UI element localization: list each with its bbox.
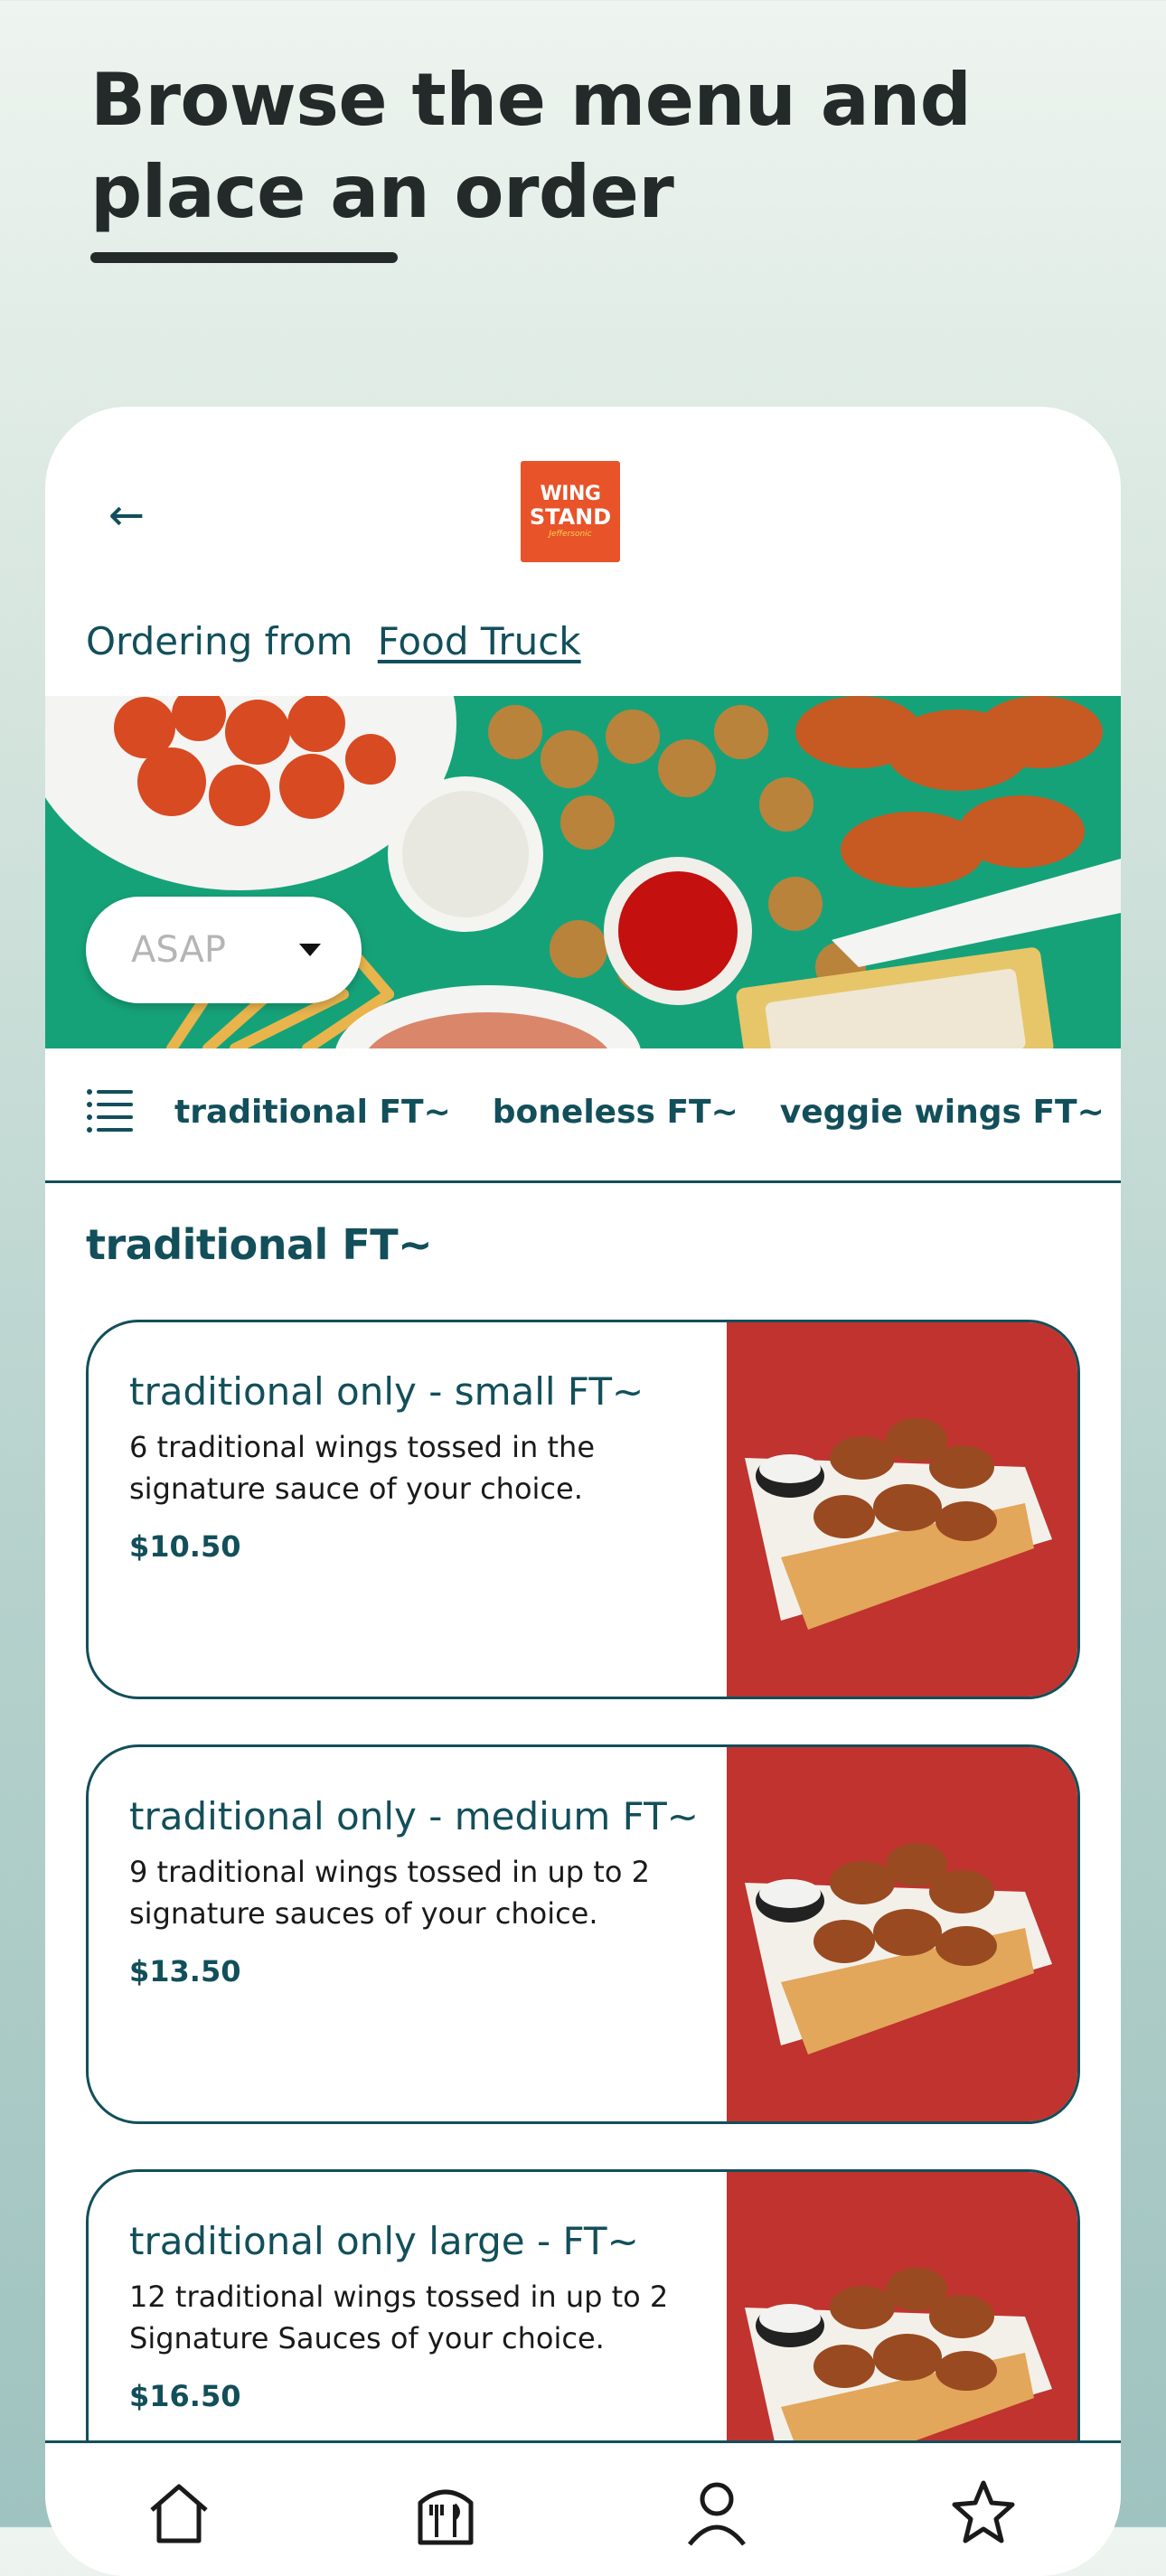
category-list-icon[interactable] [86,1086,133,1133]
rewards-star-icon[interactable] [949,2477,1018,2546]
app-screen: ← WING STAND Jeffersonic Ordering from F… [45,407,1121,2576]
back-arrow-icon[interactable]: ← [99,488,154,542]
home-icon[interactable] [145,2477,213,2546]
account-icon[interactable] [682,2477,751,2546]
menu-item-photo [727,1747,1077,2121]
headline-underline [90,252,398,263]
category-tab-veggie-wings[interactable]: veggie wings FT~ [780,1094,1105,1131]
pickup-time-select[interactable]: ASAP [86,897,362,1003]
category-tab-boneless[interactable]: boneless FT~ [493,1094,738,1131]
hero-food-image: ASAP [45,696,1121,1048]
bottom-tab-bar [45,2440,1121,2576]
menu-item-price: $10.50 [129,1529,241,1564]
menu-item-price: $16.50 [129,2379,241,2413]
menu-item-name: traditional only large - FT~ [129,2219,639,2263]
location-link[interactable]: Food Truck [378,619,581,663]
page-headline: Browse the menu and place an order [90,54,1085,239]
pickup-time-value: ASAP [131,929,226,971]
menu-item-description: 6 traditional wings tossed in the signat… [129,1430,596,1506]
menu-icon[interactable] [411,2477,480,2546]
category-tabs: traditional FT~ boneless FT~ veggie wing… [45,1048,1121,1183]
menu-item-photo [727,1322,1077,1697]
ordering-from-row: Ordering from Food Truck [86,619,581,663]
ordering-from-label: Ordering from [86,619,353,663]
menu-item-description: 12 traditional wings tossed in up to 2 S… [129,2280,669,2355]
menu-item-card[interactable]: traditional only - small FT~ 6 tradition… [86,1320,1080,1699]
menu-item-name: traditional only - medium FT~ [129,1794,699,1838]
menu-item-price: $13.50 [129,1954,241,1988]
menu-item-card[interactable]: traditional only - medium FT~ 9 traditio… [86,1744,1080,2124]
wing-stand-logo: WING STAND Jeffersonic [521,461,620,562]
headline-line-1: Browse the menu and [90,58,972,142]
menu-item-name: traditional only - small FT~ [129,1369,644,1414]
section-title: traditional FT~ [86,1220,433,1269]
chevron-down-icon [299,944,321,956]
menu-item-description: 9 traditional wings tossed in up to 2 si… [129,1855,650,1931]
category-tab-traditional[interactable]: traditional FT~ [174,1094,451,1131]
headline-line-2: place an order [90,150,674,234]
